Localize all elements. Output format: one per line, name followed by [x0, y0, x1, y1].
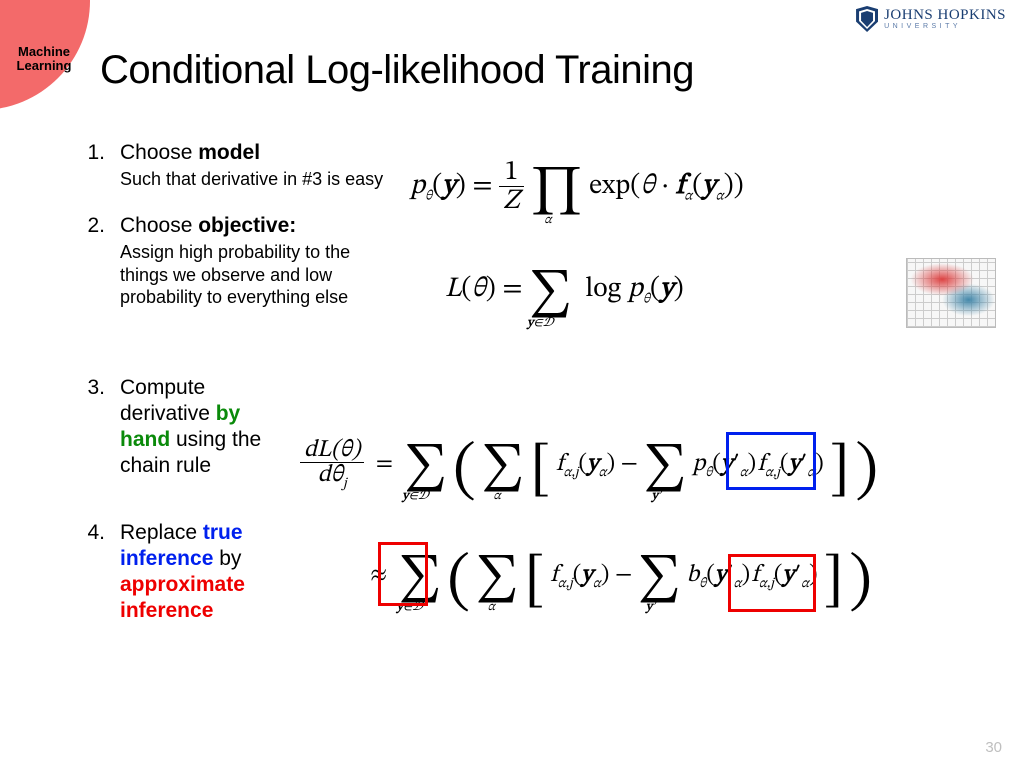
step1-sub: Such that derivative in #3 is easy	[120, 168, 390, 191]
step-4: Replace true inference by approximate in…	[60, 520, 280, 625]
logo-bottom: UNIVERSITY	[884, 23, 1006, 30]
step4-c: by	[213, 547, 241, 570]
step2-bold: objective:	[198, 214, 296, 237]
highlight-approx-sum	[378, 542, 428, 606]
step2-text: Choose	[120, 214, 198, 237]
step2-sub: Assign high probability to the things we…	[120, 241, 390, 309]
step3-a: Compute derivative	[120, 376, 216, 425]
step4-d: approximate inference	[120, 573, 245, 622]
loss-surface-thumbnail	[906, 258, 996, 328]
equation-model: pθ(y) = 1Z ∏ α exp(θ · fα(yα))	[410, 158, 744, 215]
highlight-approx-belief	[728, 554, 816, 612]
equation-objective: L(θ) = ∑ y∈𝒟 log pθ(y)	[445, 272, 684, 309]
step-2: Choose objective: Assign high probabilit…	[60, 213, 390, 309]
step-1: Choose model Such that derivative in #3 …	[60, 140, 390, 191]
page-number: 30	[985, 739, 1002, 756]
course-badge: Machine Learning	[0, 0, 90, 110]
highlight-exact-inference	[726, 432, 816, 490]
shield-icon	[856, 6, 878, 32]
step1-text: Choose	[120, 141, 198, 164]
step-3: Compute derivative by hand using the cha…	[60, 375, 280, 480]
logo-top: JOHNS HOPKINS	[884, 8, 1006, 23]
university-logo: JOHNS HOPKINS UNIVERSITY	[856, 6, 1006, 32]
slide-title: Conditional Log-likelihood Training	[100, 48, 694, 93]
step1-bold: model	[198, 141, 260, 164]
step4-a: Replace	[120, 521, 203, 544]
badge-line1: Machine	[18, 44, 70, 59]
badge-line2: Learning	[17, 58, 72, 73]
steps-list: Choose model Such that derivative in #3 …	[60, 140, 390, 647]
